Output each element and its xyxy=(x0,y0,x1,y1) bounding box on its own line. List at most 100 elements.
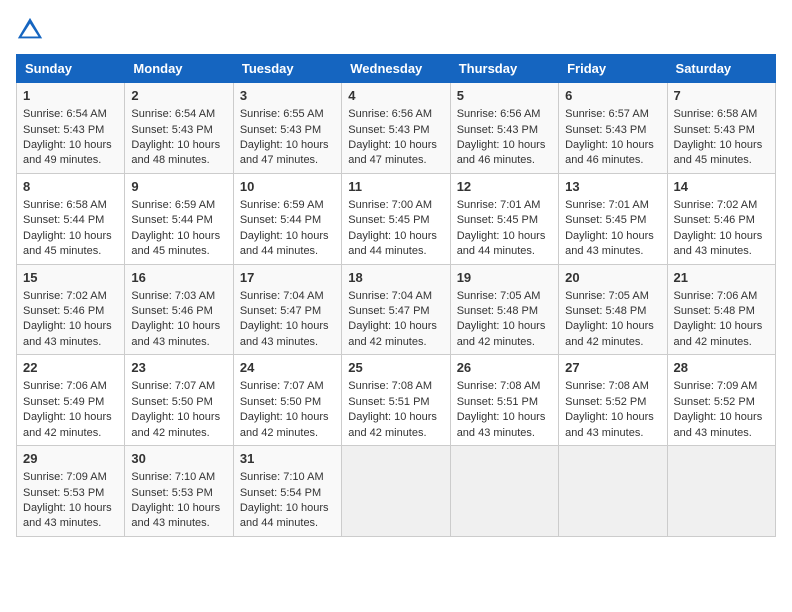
sunrise-text: Sunrise: 7:09 AM xyxy=(674,379,769,394)
sunrise-text: Sunrise: 6:59 AM xyxy=(131,198,226,213)
sunset-text: Sunset: 5:43 PM xyxy=(674,123,769,138)
sunset-text: Sunset: 5:53 PM xyxy=(131,486,226,501)
calendar-cell: 20Sunrise: 7:05 AMSunset: 5:48 PMDayligh… xyxy=(559,264,667,355)
calendar-cell: 8Sunrise: 6:58 AMSunset: 5:44 PMDaylight… xyxy=(17,173,125,264)
sunset-text: Sunset: 5:52 PM xyxy=(674,395,769,410)
calendar-cell: 31Sunrise: 7:10 AMSunset: 5:54 PMDayligh… xyxy=(233,446,341,537)
calendar-cell xyxy=(450,446,558,537)
daylight-text: Daylight: 10 hours and 42 minutes. xyxy=(240,410,335,441)
calendar-cell: 14Sunrise: 7:02 AMSunset: 5:46 PMDayligh… xyxy=(667,173,775,264)
sunset-text: Sunset: 5:44 PM xyxy=(240,213,335,228)
sunset-text: Sunset: 5:48 PM xyxy=(674,304,769,319)
sunrise-text: Sunrise: 7:04 AM xyxy=(348,289,443,304)
calendar-cell: 29Sunrise: 7:09 AMSunset: 5:53 PMDayligh… xyxy=(17,446,125,537)
sunset-text: Sunset: 5:51 PM xyxy=(457,395,552,410)
sunrise-text: Sunrise: 7:01 AM xyxy=(457,198,552,213)
sunset-text: Sunset: 5:51 PM xyxy=(348,395,443,410)
sunset-text: Sunset: 5:47 PM xyxy=(240,304,335,319)
day-number: 20 xyxy=(565,269,660,287)
day-number: 27 xyxy=(565,359,660,377)
logo xyxy=(16,16,48,44)
daylight-text: Daylight: 10 hours and 43 minutes. xyxy=(674,410,769,441)
sunrise-text: Sunrise: 7:02 AM xyxy=(674,198,769,213)
daylight-text: Daylight: 10 hours and 43 minutes. xyxy=(565,229,660,260)
day-number: 4 xyxy=(348,87,443,105)
sunrise-text: Sunrise: 7:05 AM xyxy=(457,289,552,304)
day-number: 16 xyxy=(131,269,226,287)
day-number: 5 xyxy=(457,87,552,105)
sunset-text: Sunset: 5:49 PM xyxy=(23,395,118,410)
calendar-cell: 22Sunrise: 7:06 AMSunset: 5:49 PMDayligh… xyxy=(17,355,125,446)
day-number: 25 xyxy=(348,359,443,377)
sunrise-text: Sunrise: 7:10 AM xyxy=(240,470,335,485)
calendar-cell: 19Sunrise: 7:05 AMSunset: 5:48 PMDayligh… xyxy=(450,264,558,355)
day-number: 7 xyxy=(674,87,769,105)
calendar-header-tuesday: Tuesday xyxy=(233,55,341,83)
daylight-text: Daylight: 10 hours and 43 minutes. xyxy=(240,319,335,350)
calendar-week-row: 22Sunrise: 7:06 AMSunset: 5:49 PMDayligh… xyxy=(17,355,776,446)
daylight-text: Daylight: 10 hours and 42 minutes. xyxy=(565,319,660,350)
sunrise-text: Sunrise: 7:08 AM xyxy=(457,379,552,394)
sunrise-text: Sunrise: 6:56 AM xyxy=(348,107,443,122)
calendar-cell: 2Sunrise: 6:54 AMSunset: 5:43 PMDaylight… xyxy=(125,83,233,174)
calendar-cell: 7 Sunrise: 6:58 AMSunset: 5:43 PMDaylight… xyxy=(667,83,775,174)
sunset-text: Sunset: 5:48 PM xyxy=(457,304,552,319)
day-number: 3 xyxy=(240,87,335,105)
sunrise-text: Sunrise: 6:58 AM xyxy=(674,107,769,122)
sunset-text: Sunset: 5:53 PM xyxy=(23,486,118,501)
calendar-cell: 25Sunrise: 7:08 AMSunset: 5:51 PMDayligh… xyxy=(342,355,450,446)
calendar-cell: 11Sunrise: 7:00 AMSunset: 5:45 PMDayligh… xyxy=(342,173,450,264)
daylight-text: Daylight: 10 hours and 44 minutes. xyxy=(348,229,443,260)
calendar-cell: 23Sunrise: 7:07 AMSunset: 5:50 PMDayligh… xyxy=(125,355,233,446)
daylight-text: Daylight: 10 hours and 46 minutes. xyxy=(457,138,552,169)
sunrise-text: Sunrise: 7:08 AM xyxy=(565,379,660,394)
calendar-cell: 13Sunrise: 7:01 AMSunset: 5:45 PMDayligh… xyxy=(559,173,667,264)
sunset-text: Sunset: 5:43 PM xyxy=(23,123,118,138)
daylight-text: Daylight: 10 hours and 49 minutes. xyxy=(23,138,118,169)
sunset-text: Sunset: 5:45 PM xyxy=(348,213,443,228)
daylight-text: Daylight: 10 hours and 47 minutes. xyxy=(240,138,335,169)
day-number: 11 xyxy=(348,178,443,196)
calendar-table: SundayMondayTuesdayWednesdayThursdayFrid… xyxy=(16,54,776,537)
sunset-text: Sunset: 5:50 PM xyxy=(240,395,335,410)
sunrise-text: Sunrise: 6:58 AM xyxy=(23,198,118,213)
day-number: 28 xyxy=(674,359,769,377)
sunrise-text: Sunrise: 6:59 AM xyxy=(240,198,335,213)
daylight-text: Daylight: 10 hours and 44 minutes. xyxy=(457,229,552,260)
calendar-header-saturday: Saturday xyxy=(667,55,775,83)
calendar-header-sunday: Sunday xyxy=(17,55,125,83)
calendar-cell: 27Sunrise: 7:08 AMSunset: 5:52 PMDayligh… xyxy=(559,355,667,446)
sunset-text: Sunset: 5:50 PM xyxy=(131,395,226,410)
daylight-text: Daylight: 10 hours and 43 minutes. xyxy=(23,319,118,350)
calendar-cell: 30Sunrise: 7:10 AMSunset: 5:53 PMDayligh… xyxy=(125,446,233,537)
daylight-text: Daylight: 10 hours and 45 minutes. xyxy=(23,229,118,260)
day-number: 17 xyxy=(240,269,335,287)
sunrise-text: Sunrise: 7:05 AM xyxy=(565,289,660,304)
day-number: 31 xyxy=(240,450,335,468)
day-number: 9 xyxy=(131,178,226,196)
sunset-text: Sunset: 5:43 PM xyxy=(348,123,443,138)
calendar-cell xyxy=(342,446,450,537)
sunrise-text: Sunrise: 7:08 AM xyxy=(348,379,443,394)
sunrise-text: Sunrise: 6:57 AM xyxy=(565,107,660,122)
daylight-text: Daylight: 10 hours and 45 minutes. xyxy=(674,138,769,169)
sunset-text: Sunset: 5:43 PM xyxy=(131,123,226,138)
day-number: 18 xyxy=(348,269,443,287)
calendar-header-thursday: Thursday xyxy=(450,55,558,83)
day-number: 26 xyxy=(457,359,552,377)
daylight-text: Daylight: 10 hours and 42 minutes. xyxy=(131,410,226,441)
calendar-cell xyxy=(667,446,775,537)
sunrise-text: Sunrise: 6:56 AM xyxy=(457,107,552,122)
calendar-week-row: 15Sunrise: 7:02 AMSunset: 5:46 PMDayligh… xyxy=(17,264,776,355)
day-number: 22 xyxy=(23,359,118,377)
day-number: 8 xyxy=(23,178,118,196)
calendar-header-friday: Friday xyxy=(559,55,667,83)
calendar-cell: 6Sunrise: 6:57 AMSunset: 5:43 PMDaylight… xyxy=(559,83,667,174)
day-number: 10 xyxy=(240,178,335,196)
calendar-cell: 1Sunrise: 6:54 AMSunset: 5:43 PMDaylight… xyxy=(17,83,125,174)
sunrise-text: Sunrise: 7:06 AM xyxy=(674,289,769,304)
sunset-text: Sunset: 5:43 PM xyxy=(457,123,552,138)
day-number: 13 xyxy=(565,178,660,196)
daylight-text: Daylight: 10 hours and 47 minutes. xyxy=(348,138,443,169)
sunrise-text: Sunrise: 7:07 AM xyxy=(131,379,226,394)
